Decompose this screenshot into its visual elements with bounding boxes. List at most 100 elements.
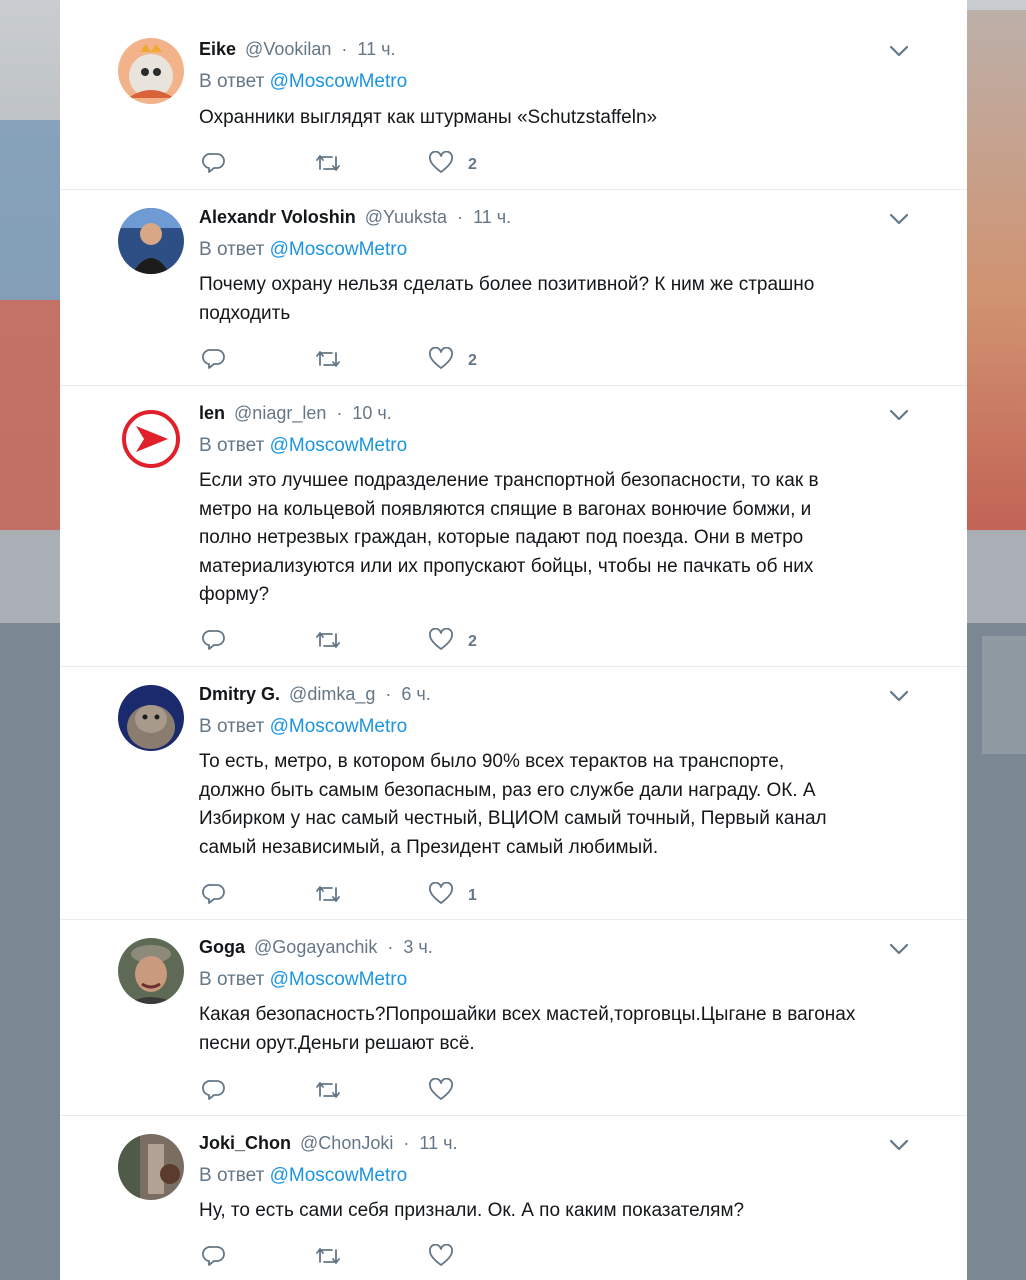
reply-context: В ответ @MoscowMetro <box>199 435 407 457</box>
reply-to-link[interactable]: @MoscowMetro <box>270 239 408 260</box>
reply-to-link[interactable]: @MoscowMetro <box>270 1165 408 1186</box>
retweet-icon[interactable] <box>314 1078 342 1102</box>
replies-panel: Eike @Vookilan · 11 ч. В ответ @MoscowMe… <box>60 0 967 1280</box>
reply-icon[interactable] <box>202 347 226 371</box>
like-count: 1 <box>468 887 477 904</box>
background-blur-shape <box>0 300 60 530</box>
reply-icon[interactable] <box>202 628 226 652</box>
like-count: 2 <box>468 633 477 650</box>
author-handle[interactable]: @dimka_g <box>289 684 375 704</box>
reply-prefix: В ответ <box>199 969 265 990</box>
caret-down-icon[interactable] <box>888 1134 910 1156</box>
tweet-text: Почему охрану нельзя сделать более позит… <box>199 271 919 328</box>
background-blur-shape <box>966 10 1026 530</box>
tweet-text-line: Какая безопасность?Попрошайки всех масте… <box>199 1004 856 1025</box>
reply-icon[interactable] <box>202 1244 226 1268</box>
like-icon[interactable] <box>428 628 454 652</box>
tweet-text-line: должно быть самым безопасным, раз его сл… <box>199 779 816 801</box>
reply-icon[interactable] <box>202 1078 226 1102</box>
reply-to-link[interactable]: @MoscowMetro <box>270 71 408 92</box>
tweet-text-line: подходить <box>199 302 291 324</box>
tweet-text: То есть, метро, в котором было 90% всех … <box>199 748 919 862</box>
tweet[interactable]: Joki_Chon @ChonJoki · 11 ч. В ответ @Mos… <box>60 1116 967 1280</box>
timestamp[interactable]: 3 ч. <box>403 937 432 957</box>
author-handle[interactable]: @Vookilan <box>245 39 331 59</box>
timestamp[interactable]: 6 ч. <box>401 684 430 704</box>
retweet-icon[interactable] <box>314 882 342 906</box>
background-blur-shape <box>0 120 60 300</box>
tweet-text-line: материализуются или их пропускают бойцы,… <box>199 555 814 577</box>
caret-down-icon[interactable] <box>888 208 910 230</box>
caret-down-icon[interactable] <box>888 685 910 707</box>
avatar[interactable] <box>118 685 184 751</box>
author-name[interactable]: Dmitry G. <box>199 684 280 704</box>
separator-dot: · <box>387 937 394 957</box>
tweet-text-line: форму? <box>199 584 270 605</box>
separator-dot: · <box>341 39 348 59</box>
reply-icon[interactable] <box>202 882 226 906</box>
reply-context: В ответ @MoscowMetro <box>199 239 407 261</box>
timestamp[interactable]: 10 ч. <box>352 403 391 423</box>
separator-dot: · <box>403 1133 410 1153</box>
avatar[interactable] <box>118 406 184 472</box>
caret-down-icon[interactable] <box>888 404 910 426</box>
reply-context: В ответ @MoscowMetro <box>199 969 407 991</box>
tweet[interactable]: Eike @Vookilan · 11 ч. В ответ @MoscowMe… <box>60 0 967 190</box>
avatar[interactable] <box>118 208 184 274</box>
reply-prefix: В ответ <box>199 1165 265 1186</box>
avatar[interactable] <box>118 38 184 104</box>
background-card <box>982 636 1026 754</box>
tweet-text-line: Избирком у нас самый честный, ВЦИОМ самы… <box>199 808 827 829</box>
like-icon[interactable] <box>428 1244 454 1268</box>
tweet-text-line: Почему охрану нельзя сделать более позит… <box>199 274 815 295</box>
tweet-text: Если это лучшее подразделение транспортн… <box>199 467 919 610</box>
tweet[interactable]: Dmitry G. @dimka_g · 6 ч. В ответ @Mosco… <box>60 667 967 920</box>
caret-down-icon[interactable] <box>888 938 910 960</box>
author-name[interactable]: Eike <box>199 39 236 59</box>
caret-down-icon[interactable] <box>888 40 910 62</box>
author-handle[interactable]: @niagr_len <box>234 403 326 423</box>
author-handle[interactable]: @Gogayanchik <box>254 937 377 957</box>
tweet[interactable]: Goga @Gogayanchik · 3 ч. В ответ @Moscow… <box>60 920 967 1116</box>
timestamp[interactable]: 11 ч. <box>473 207 511 227</box>
retweet-icon[interactable] <box>314 151 342 175</box>
retweet-icon[interactable] <box>314 628 342 652</box>
tweet-text-line: метро на кольцевой появляются спящие в в… <box>199 498 812 520</box>
tweet-text-line: самый независимый, а Президент самый люб… <box>199 836 659 858</box>
like-count: 2 <box>468 156 477 173</box>
avatar[interactable] <box>118 1134 184 1200</box>
like-icon[interactable] <box>428 347 454 371</box>
like-icon[interactable] <box>428 1078 454 1102</box>
timestamp[interactable]: 11 ч. <box>357 39 395 59</box>
tweet-text: Ну, то есть сами себя признали. Ок. А по… <box>199 1200 745 1221</box>
author-name[interactable]: Alexandr Voloshin <box>199 207 356 227</box>
retweet-icon[interactable] <box>314 1244 342 1268</box>
reply-prefix: В ответ <box>199 71 265 92</box>
reply-to-link[interactable]: @MoscowMetro <box>270 969 408 990</box>
like-icon[interactable] <box>428 882 454 906</box>
timestamp[interactable]: 11 ч. <box>419 1133 457 1153</box>
like-icon[interactable] <box>428 151 454 175</box>
reply-prefix: В ответ <box>199 435 265 456</box>
tweet-text: Охранники выглядят как штурманы «Schutzs… <box>199 107 658 128</box>
separator-dot: · <box>336 403 343 423</box>
author-handle[interactable]: @ChonJoki <box>300 1133 393 1153</box>
separator-dot: · <box>385 684 392 704</box>
author-name[interactable]: Goga <box>199 937 245 957</box>
author-handle[interactable]: @Yuuksta <box>365 207 447 227</box>
tweet[interactable]: len @niagr_len · 10 ч. В ответ @MoscowMe… <box>60 386 967 667</box>
tweet-text-line: То есть, метро, в котором было 90% всех … <box>199 751 785 772</box>
tweet-text: Какая безопасность?Попрошайки всех масте… <box>199 1001 939 1058</box>
reply-prefix: В ответ <box>199 716 265 737</box>
tweet-text-line: песни орут.Деньги решают всё. <box>199 1032 475 1054</box>
author-name[interactable]: len <box>199 403 225 423</box>
retweet-icon[interactable] <box>314 347 342 371</box>
reply-context: В ответ @MoscowMetro <box>199 1165 407 1187</box>
reply-context: В ответ @MoscowMetro <box>199 716 407 738</box>
avatar[interactable] <box>118 938 184 1004</box>
reply-to-link[interactable]: @MoscowMetro <box>270 716 408 737</box>
tweet[interactable]: Alexandr Voloshin @Yuuksta · 11 ч. В отв… <box>60 190 967 386</box>
author-name[interactable]: Joki_Chon <box>199 1133 291 1153</box>
reply-to-link[interactable]: @MoscowMetro <box>270 435 408 456</box>
reply-icon[interactable] <box>202 151 226 175</box>
